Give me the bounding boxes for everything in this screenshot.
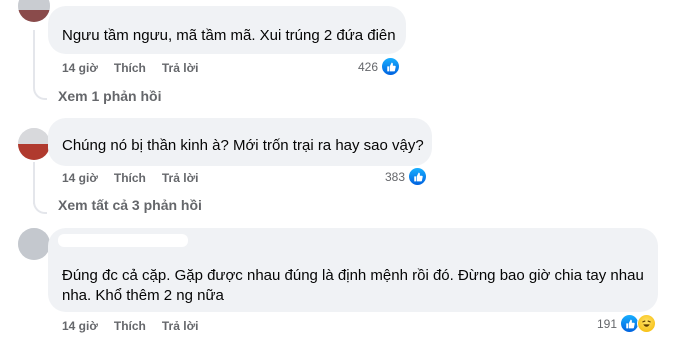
like-icon (408, 167, 428, 186)
comment-text-line2: nha. Khổ thêm 2 ng nữa (62, 287, 224, 304)
reaction-count: 426 (358, 59, 379, 74)
comment-bubble: Chúng nó bị thần kinh à? Mới trốn trại r… (48, 118, 432, 166)
reply-button[interactable]: Trả lời (162, 319, 199, 333)
comment-bubble: Đúng đc cả cặp. Gặp được nhau đúng là đị… (48, 228, 658, 312)
comment-actions: 14 giờ Thích Trả lời (62, 61, 198, 75)
view-replies-link[interactable]: Xem 1 phản hồi (58, 88, 161, 104)
like-button[interactable]: Thích (114, 171, 146, 185)
comment-text: Ngưu tầm ngưu, mã tầm mã. Xui trúng 2 đứ… (62, 27, 396, 44)
comment-text: Chúng nó bị thần kinh à? Mới trốn trại r… (62, 137, 424, 154)
like-button[interactable]: Thích (114, 319, 146, 333)
thread-curve (33, 200, 47, 214)
author-name[interactable] (58, 234, 188, 247)
reaction-summary[interactable]: 191 (597, 314, 657, 333)
like-button[interactable]: Thích (114, 61, 146, 75)
avatar[interactable] (18, 228, 50, 260)
like-icon (381, 57, 401, 76)
reply-button[interactable]: Trả lời (162, 61, 199, 75)
reaction-count: 383 (385, 169, 406, 184)
reaction-summary[interactable]: 383 (385, 167, 428, 186)
timestamp[interactable]: 14 giờ (62, 61, 98, 75)
haha-icon (637, 314, 657, 333)
thread-curve (33, 86, 47, 100)
timestamp[interactable]: 14 giờ (62, 171, 98, 185)
comment-bubble: Ngưu tầm ngưu, mã tầm mã. Xui trúng 2 đứ… (48, 6, 406, 54)
avatar[interactable] (18, 128, 50, 160)
reaction-summary[interactable]: 426 (358, 57, 401, 76)
thread-line (33, 30, 35, 88)
comment-text-line1: Đúng đc cả cặp. Gặp được nhau đúng là đị… (62, 267, 644, 284)
view-replies-link[interactable]: Xem tất cả 3 phản hồi (58, 197, 202, 213)
thread-line (33, 162, 35, 204)
comment-actions: 14 giờ Thích Trả lời (62, 171, 198, 185)
reply-button[interactable]: Trả lời (162, 171, 199, 185)
timestamp[interactable]: 14 giờ (62, 319, 98, 333)
reaction-count: 191 (597, 316, 618, 331)
comment-actions: 14 giờ Thích Trả lời (62, 319, 198, 333)
avatar[interactable] (18, 0, 50, 22)
